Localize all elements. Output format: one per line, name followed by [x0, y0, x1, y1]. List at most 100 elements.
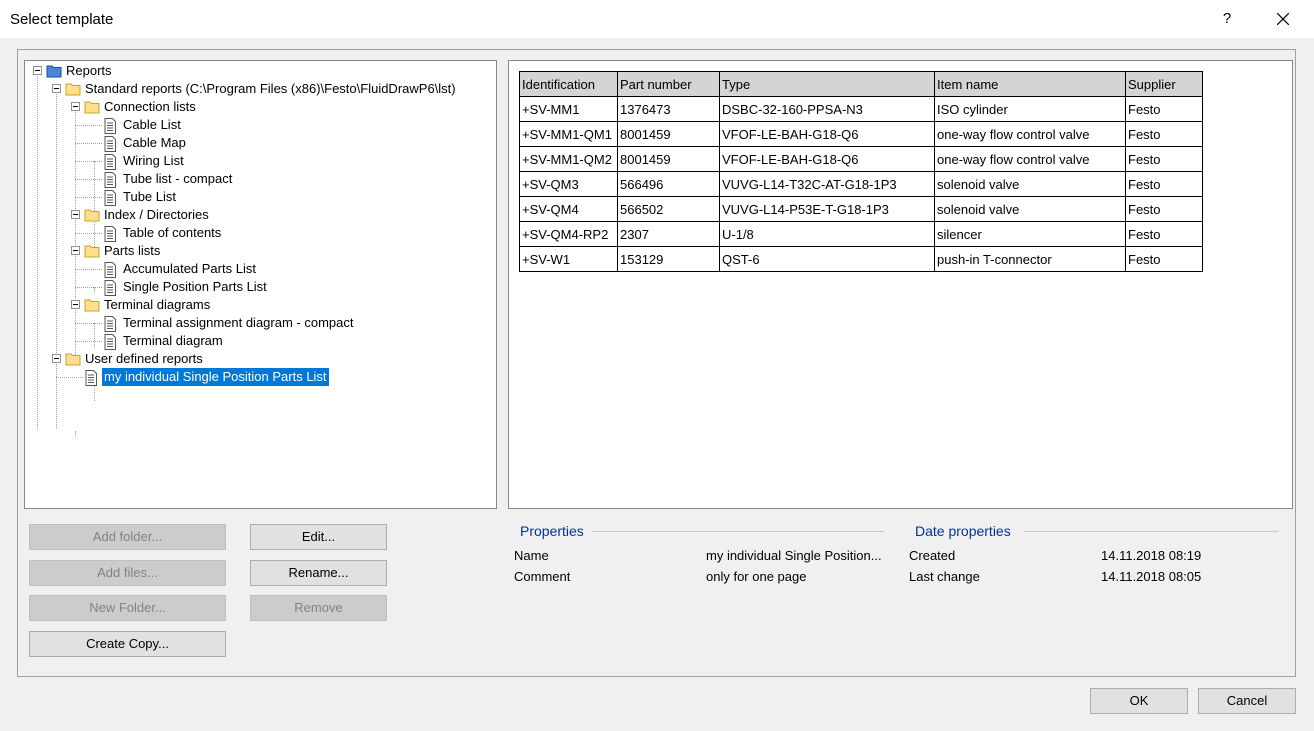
table-row: +SV-MM1-QM2 8001459 VFOF-LE-BAH-G18-Q6 one-… — [519, 146, 1203, 172]
table-cell: +SV-QM4 — [519, 196, 618, 222]
comment-label: Comment — [514, 569, 571, 584]
name-value: my individual Single Position... — [706, 548, 882, 563]
last-change-value: 14.11.2018 08:05 — [1101, 569, 1202, 584]
document-icon — [103, 226, 119, 242]
rename-button[interactable]: Rename... — [250, 560, 387, 586]
tree-item[interactable]: User defined reports — [25, 350, 495, 368]
tree-connector — [75, 179, 102, 180]
created-value: 14.11.2018 08:19 — [1101, 548, 1202, 563]
tree-item[interactable]: Connection lists — [25, 98, 495, 116]
tree-item-label: Cable Map — [123, 135, 186, 150]
template-preview: Identification Part number Type Item name Su… — [508, 60, 1293, 509]
tree-connector — [75, 323, 102, 324]
help-button[interactable]: ? — [1210, 4, 1244, 34]
collapse-toggle[interactable] — [71, 246, 80, 255]
tree-item[interactable]: Parts lists — [25, 242, 495, 260]
tree-item[interactable]: Tube list - compact — [25, 170, 495, 188]
date-properties-divider — [1024, 531, 1278, 532]
table-cell: +SV-QM4-RP2 — [519, 221, 618, 247]
tree-connector — [75, 125, 102, 126]
tree-item[interactable]: my individual Single Position Parts List — [25, 367, 495, 387]
document-icon — [103, 280, 119, 296]
folder-blue-icon — [46, 64, 62, 78]
tree-item-label: Reports — [66, 63, 112, 78]
table-row: +SV-QM4-RP2 2307 U-1/8 silencer Festo — [519, 221, 1203, 247]
tree-item[interactable]: Tube List — [25, 188, 495, 206]
window-title: Select template — [10, 11, 114, 28]
collapse-toggle[interactable] — [71, 210, 80, 219]
collapse-toggle[interactable] — [52, 84, 61, 93]
tree-item-label: Standard reports (C:\Program Files (x86)… — [85, 81, 456, 96]
new-folder-button[interactable]: New Folder... — [29, 595, 226, 621]
date-properties-title: Date properties — [915, 523, 1011, 539]
tree-connector — [75, 341, 102, 342]
tree-item-label: Tube List — [123, 189, 176, 204]
document-icon — [103, 172, 119, 188]
tree-item-label: Table of contents — [123, 225, 222, 240]
close-button[interactable] — [1266, 4, 1300, 34]
collapse-toggle[interactable] — [33, 66, 42, 75]
ok-button[interactable]: OK — [1090, 688, 1188, 714]
table-row: +SV-W1 153129 QST-6 push-in T-connector Fest… — [519, 246, 1203, 272]
tree-item-label: Wiring List — [123, 153, 184, 168]
table-cell: QST-6 — [719, 246, 935, 272]
table-cell: Festo — [1125, 146, 1203, 172]
folder-icon — [65, 352, 81, 366]
column-header: Supplier — [1125, 71, 1203, 97]
document-icon — [84, 370, 100, 386]
table-cell: Festo — [1125, 221, 1203, 247]
collapse-toggle[interactable] — [52, 354, 61, 363]
table-cell: ISO cylinder — [934, 96, 1126, 122]
cancel-button[interactable]: Cancel — [1198, 688, 1296, 714]
tree-item[interactable]: Cable List — [25, 116, 495, 134]
tree-item[interactable]: Reports — [25, 62, 495, 80]
tree-connector — [75, 143, 102, 144]
collapse-toggle[interactable] — [71, 102, 80, 111]
tree-item[interactable]: Wiring List — [25, 152, 495, 170]
tree-item-label: Tube list - compact — [123, 171, 233, 186]
tree-item[interactable]: Accumulated Parts List — [25, 260, 495, 278]
tree-item[interactable]: Terminal diagram — [25, 332, 495, 350]
collapse-toggle[interactable] — [71, 300, 80, 309]
create-copy-button[interactable]: Create Copy... — [29, 631, 226, 657]
table-header-row: Identification Part number Type Item name Su… — [519, 71, 1203, 97]
tree-item-label: Index / Directories — [104, 207, 209, 222]
tree-item-label: Terminal diagram — [123, 333, 223, 348]
table-cell: 1376473 — [617, 96, 720, 122]
add-files-button[interactable]: Add files... — [29, 560, 226, 586]
template-tree[interactable]: Reports Standard reports (C:\Program File… — [24, 60, 497, 509]
folder-open-icon — [84, 244, 100, 258]
folder-open-icon — [84, 298, 100, 312]
tree-item[interactable]: Cable Map — [25, 134, 495, 152]
table-cell: Festo — [1125, 96, 1203, 122]
table-cell: silencer — [934, 221, 1126, 247]
column-header: Identification — [519, 71, 618, 97]
table-cell: +SV-MM1-QM1 — [519, 121, 618, 147]
table-cell: 8001459 — [617, 146, 720, 172]
edit-button[interactable]: Edit... — [250, 524, 387, 550]
properties-divider — [592, 531, 884, 532]
table-cell: +SV-MM1-QM2 — [519, 146, 618, 172]
tree-item[interactable]: Table of contents — [25, 224, 495, 242]
document-icon — [103, 316, 119, 332]
tree-item[interactable]: Terminal diagrams — [25, 296, 495, 314]
tree-connector — [75, 287, 102, 288]
table-row: +SV-MM1 1376473 DSBC-32-160-PPSA-N3 ISO cyl… — [519, 96, 1203, 122]
tree-connector — [56, 377, 83, 378]
document-icon — [103, 190, 119, 206]
remove-button[interactable]: Remove — [250, 595, 387, 621]
tree-connector — [75, 233, 102, 234]
folder-icon — [65, 82, 81, 96]
add-folder-button[interactable]: Add folder... — [29, 524, 226, 550]
tree-item-label: Accumulated Parts List — [123, 261, 256, 276]
tree-item[interactable]: Standard reports (C:\Program Files (x86)… — [25, 80, 495, 98]
tree-connector — [75, 269, 102, 270]
tree-item[interactable]: Terminal assignment diagram - compact — [25, 314, 495, 332]
tree-item[interactable]: Index / Directories — [25, 206, 495, 224]
tree-connector — [75, 431, 76, 437]
tree-item[interactable]: Single Position Parts List — [25, 278, 495, 296]
created-label: Created — [909, 548, 956, 563]
table-cell: solenoid valve — [934, 196, 1126, 222]
table-cell: VUVG-L14-T32C-AT-G18-1P3 — [719, 171, 935, 197]
table-row: +SV-MM1-QM1 8001459 VFOF-LE-BAH-G18-Q6 one-… — [519, 121, 1203, 147]
